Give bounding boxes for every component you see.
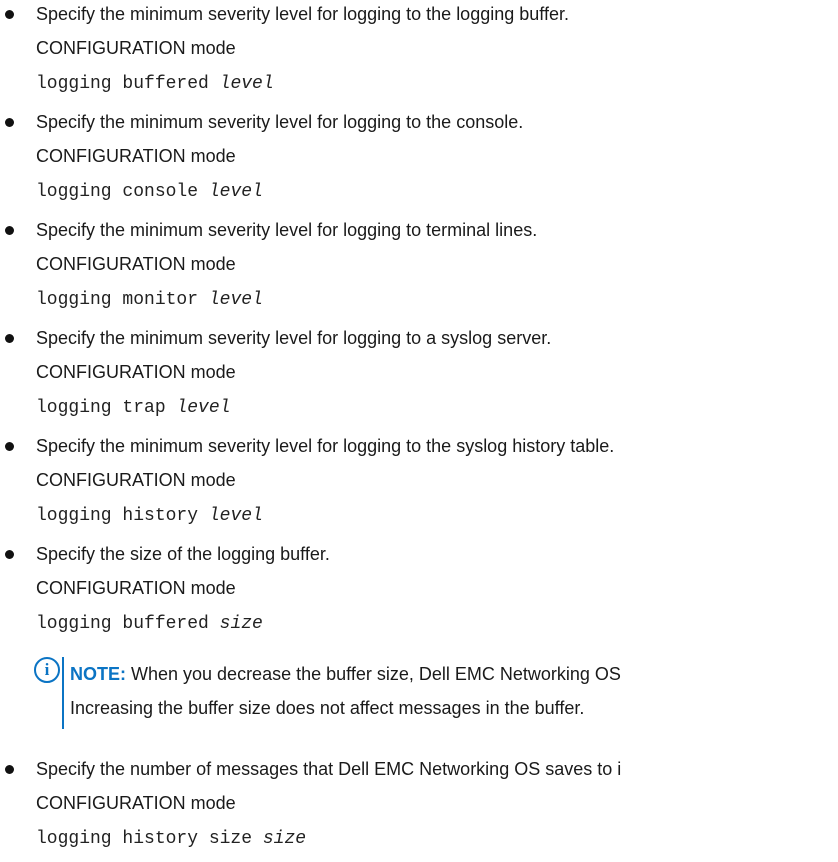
bullet: [5, 765, 14, 774]
command-argument: level: [219, 74, 274, 94]
command-text: logging history size: [36, 829, 253, 849]
item-mode: CONFIGURATION mode: [36, 362, 236, 382]
command-text: logging buffered: [36, 74, 209, 94]
bullet: [5, 334, 14, 343]
note-line-1: NOTE: When you decrease the buffer size,…: [70, 657, 621, 691]
item-mode: CONFIGURATION mode: [36, 146, 236, 166]
document-page: Specify the minimum severity level for l…: [0, 0, 838, 862]
command-text: logging buffered: [36, 614, 209, 634]
item-command: logging buffered level: [36, 73, 274, 95]
item-mode: CONFIGURATION mode: [36, 254, 236, 274]
item-command: logging buffered size: [36, 613, 263, 635]
item-description: Specify the minimum severity level for l…: [36, 220, 538, 240]
item-description: Specify the minimum severity level for l…: [36, 328, 552, 348]
note-divider: [62, 657, 64, 729]
item-command: logging history level: [36, 505, 263, 527]
note-callout: i NOTE: When you decrease the buffer siz…: [34, 657, 838, 729]
item-description: Specify the size of the logging buffer.: [36, 544, 330, 564]
command-text: logging monitor: [36, 290, 199, 310]
item-command: logging monitor level: [36, 289, 263, 311]
note-label: NOTE:: [70, 664, 126, 684]
command-text: logging trap: [36, 398, 166, 418]
command-argument: level: [208, 506, 263, 526]
command-argument: size: [219, 614, 263, 634]
item-mode: CONFIGURATION mode: [36, 793, 236, 813]
bullet: [5, 118, 14, 127]
item-mode: CONFIGURATION mode: [36, 38, 236, 58]
item-mode: CONFIGURATION mode: [36, 470, 236, 490]
item-description: Specify the minimum severity level for l…: [36, 436, 615, 456]
item-description: Specify the minimum severity level for l…: [36, 112, 524, 132]
note-text: NOTE: When you decrease the buffer size,…: [70, 657, 621, 725]
command-argument: level: [208, 290, 263, 310]
bullet: [5, 226, 14, 235]
bullet: [5, 10, 14, 19]
bullet: [5, 550, 14, 559]
note-body-1: When you decrease the buffer size, Dell …: [126, 664, 621, 684]
item-command: logging trap level: [36, 397, 230, 419]
item-description: Specify the minimum severity level for l…: [36, 4, 569, 24]
command-text: logging console: [36, 182, 199, 202]
item-description: Specify the number of messages that Dell…: [36, 759, 622, 779]
command-text: logging history: [36, 506, 199, 526]
command-argument: level: [176, 398, 231, 418]
bullet: [5, 442, 14, 451]
command-argument: size: [262, 829, 307, 849]
command-argument: level: [208, 182, 263, 202]
item-command: logging history size size: [36, 828, 306, 850]
note-line-2: Increasing the buffer size does not affe…: [70, 698, 585, 718]
item-command: logging console level: [36, 181, 263, 203]
info-icon: i: [34, 657, 60, 683]
item-mode: CONFIGURATION mode: [36, 578, 236, 598]
